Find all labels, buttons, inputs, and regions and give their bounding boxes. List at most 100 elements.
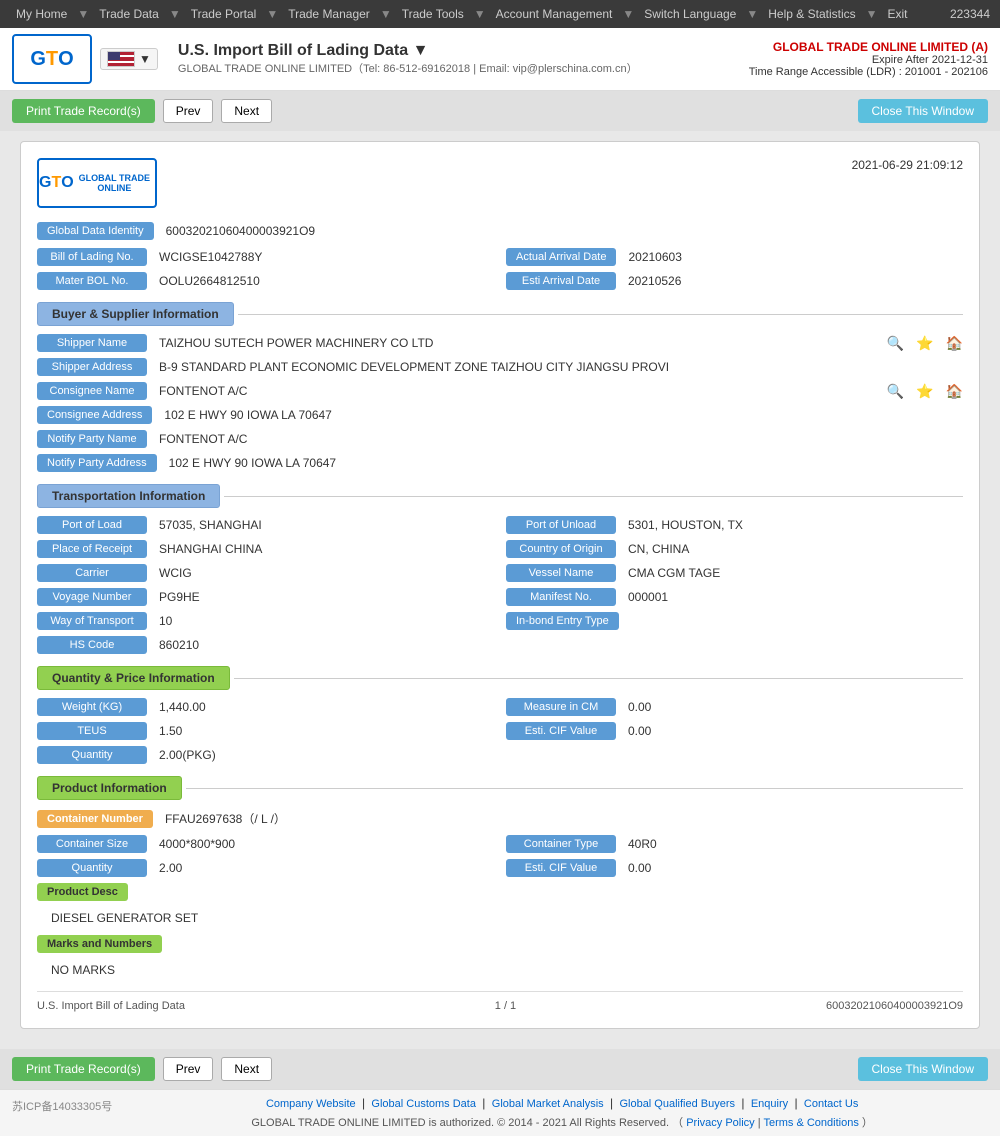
shipper-name-row: Shipper Name TAIZHOU SUTECH POWER MACHIN…	[37, 334, 963, 352]
next-button-top[interactable]: Next	[221, 99, 272, 123]
time-range: Time Range Accessible (LDR) : 201001 - 2…	[749, 66, 988, 78]
port-load-value: 57035, SHANGHAI	[155, 516, 494, 534]
record-card: GTO GLOBAL TRADE ONLINE 2021-06-29 21:09…	[20, 141, 980, 1029]
consignee-name-value: FONTENOT A/C	[155, 382, 875, 400]
main-content: GTO GLOBAL TRADE ONLINE 2021-06-29 21:09…	[0, 131, 1000, 1049]
product-desc-value: DIESEL GENERATOR SET	[45, 907, 204, 929]
product-qty-pair: Quantity 2.00	[37, 859, 494, 877]
nav-my-home[interactable]: My Home	[10, 7, 73, 21]
actual-arrival-label: Actual Arrival Date	[506, 248, 616, 266]
country-origin-label: Country of Origin	[506, 540, 616, 558]
teus-value: 1.50	[155, 722, 494, 740]
transport-type-row: Way of Transport 10 In-bond Entry Type	[37, 612, 963, 630]
footer-link-contact[interactable]: Contact Us	[804, 1098, 858, 1110]
nav-trade-portal[interactable]: Trade Portal	[185, 7, 263, 21]
notify-address-label: Notify Party Address	[37, 454, 157, 472]
manifest-label: Manifest No.	[506, 588, 616, 606]
terms-link[interactable]: Terms & Conditions	[763, 1117, 858, 1129]
shipper-star-icon[interactable]: ⭐	[916, 335, 933, 352]
identity-row: Global Data Identity 6003202106040000392…	[37, 222, 963, 240]
way-transport-label: Way of Transport	[37, 612, 147, 630]
record-page-info: 1 / 1	[495, 1000, 516, 1012]
mater-bol-row: Mater BOL No. OOLU2664812510 Esti Arriva…	[37, 272, 963, 290]
footer-link-market[interactable]: Global Market Analysis	[492, 1098, 604, 1110]
flag-dropdown-icon: ▼	[139, 52, 151, 66]
logo-area: GTO ▼	[12, 34, 158, 84]
mater-bol-label: Mater BOL No.	[37, 272, 147, 290]
voyage-label: Voyage Number	[37, 588, 147, 606]
prev-button-bottom[interactable]: Prev	[163, 1057, 214, 1081]
consignee-address-value: 102 E HWY 90 IOWA LA 70647	[160, 406, 963, 424]
teus-label: TEUS	[37, 722, 147, 740]
notify-name-label: Notify Party Name	[37, 430, 147, 448]
container-type-label: Container Type	[506, 835, 616, 853]
notify-address-value: 102 E HWY 90 IOWA LA 70647	[165, 454, 963, 472]
shipper-home-icon[interactable]: 🏠	[946, 335, 963, 352]
cif-pair: Esti. CIF Value 0.00	[506, 722, 963, 740]
shipper-address-label: Shipper Address	[37, 358, 147, 376]
nav-exit[interactable]: Exit	[882, 7, 914, 21]
nav-account-management[interactable]: Account Management	[490, 7, 619, 21]
footer-link-customs[interactable]: Global Customs Data	[371, 1098, 476, 1110]
print-button-top[interactable]: Print Trade Record(s)	[12, 99, 155, 123]
nav-help-statistics[interactable]: Help & Statistics	[762, 7, 861, 21]
consignee-address-row: Consignee Address 102 E HWY 90 IOWA LA 7…	[37, 406, 963, 424]
nav-switch-language[interactable]: Switch Language	[638, 7, 742, 21]
nav-trade-manager[interactable]: Trade Manager	[282, 7, 376, 21]
in-bond-value	[627, 619, 963, 623]
in-bond-pair: In-bond Entry Type	[506, 612, 963, 630]
weight-row: Weight (KG) 1,440.00 Measure in CM 0.00	[37, 698, 963, 716]
consignee-star-icon[interactable]: ⭐	[916, 383, 933, 400]
action-bar-top: Print Trade Record(s) Prev Next Close Th…	[0, 91, 1000, 131]
port-row: Port of Load 57035, SHANGHAI Port of Unl…	[37, 516, 963, 534]
bol-pair: Bill of Lading No. WCIGSE1042788Y	[37, 248, 494, 266]
mater-bol-pair: Mater BOL No. OOLU2664812510	[37, 272, 494, 290]
company-info: GLOBAL TRADE ONLINE LIMITED (A) Expire A…	[749, 40, 988, 78]
card-datetime: 2021-06-29 21:09:12	[852, 158, 963, 172]
user-code: 223344	[950, 7, 990, 21]
consignee-address-label: Consignee Address	[37, 406, 152, 424]
print-button-bottom[interactable]: Print Trade Record(s)	[12, 1057, 155, 1081]
product-qty-row: Quantity 2.00 Esti. CIF Value 0.00	[37, 859, 963, 877]
card-header: GTO GLOBAL TRADE ONLINE 2021-06-29 21:09…	[37, 158, 963, 208]
notify-address-row: Notify Party Address 102 E HWY 90 IOWA L…	[37, 454, 963, 472]
footer-link-company[interactable]: Company Website	[266, 1098, 356, 1110]
product-qty-value: 2.00	[155, 859, 494, 877]
nav-trade-tools[interactable]: Trade Tools	[396, 7, 470, 21]
product-desc-value-row: DIESEL GENERATOR SET	[37, 907, 963, 929]
close-button-bottom[interactable]: Close This Window	[858, 1057, 988, 1081]
consignee-search-icon[interactable]: 🔍	[887, 383, 904, 400]
product-cif-value: 0.00	[624, 859, 963, 877]
weight-value: 1,440.00	[155, 698, 494, 716]
product-title: Product Information	[37, 776, 182, 800]
flag-selector[interactable]: ▼	[100, 48, 158, 70]
container-number-row: Container Number FFAU2697638（/ L /）	[37, 808, 963, 829]
footer-link-enquiry[interactable]: Enquiry	[751, 1098, 788, 1110]
in-bond-label: In-bond Entry Type	[506, 612, 619, 630]
buyer-supplier-section-header: Buyer & Supplier Information	[37, 302, 963, 326]
consignee-home-icon[interactable]: 🏠	[946, 383, 963, 400]
vessel-label: Vessel Name	[506, 564, 616, 582]
port-load-pair: Port of Load 57035, SHANGHAI	[37, 516, 494, 534]
next-button-bottom[interactable]: Next	[221, 1057, 272, 1081]
marks-value-row: NO MARKS	[37, 959, 963, 981]
manifest-pair: Manifest No. 000001	[506, 588, 963, 606]
prev-button-top[interactable]: Prev	[163, 99, 214, 123]
bol-value: WCIGSE1042788Y	[155, 248, 494, 266]
section-line-2	[224, 496, 963, 497]
privacy-policy-link[interactable]: Privacy Policy	[686, 1117, 754, 1129]
receipt-row: Place of Receipt SHANGHAI CHINA Country …	[37, 540, 963, 558]
teus-pair: TEUS 1.50	[37, 722, 494, 740]
company-name: GLOBAL TRADE ONLINE LIMITED (A)	[749, 40, 988, 54]
marks-row: Marks and Numbers	[37, 935, 963, 953]
way-transport-value: 10	[155, 612, 494, 630]
footer-link-qualified[interactable]: Global Qualified Buyers	[619, 1098, 735, 1110]
product-desc-row: Product Desc	[37, 883, 963, 901]
close-button-top[interactable]: Close This Window	[858, 99, 988, 123]
esti-arrival-value: 20210526	[624, 272, 963, 290]
page-footer: 苏ICP备14033305号 Company Website | Global …	[0, 1089, 1000, 1136]
nav-trade-data[interactable]: Trade Data	[93, 7, 165, 21]
measure-pair: Measure in CM 0.00	[506, 698, 963, 716]
shipper-search-icon[interactable]: 🔍	[887, 335, 904, 352]
section-line	[238, 314, 963, 315]
